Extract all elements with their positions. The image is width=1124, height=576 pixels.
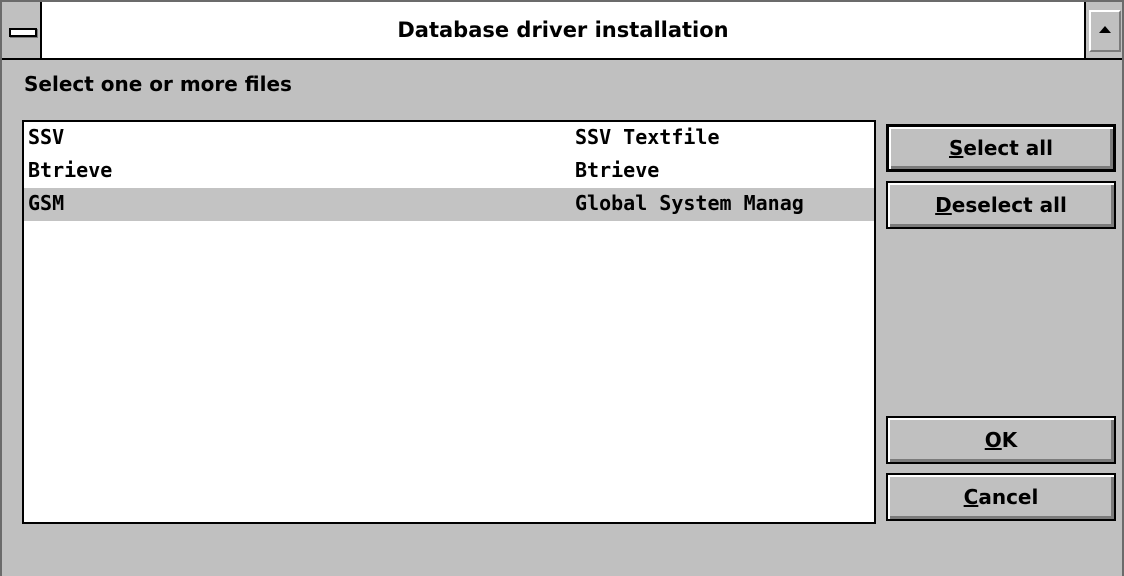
maximize-arrow-icon (1099, 26, 1111, 33)
window-title: Database driver installation (397, 18, 729, 42)
file-name: GSM (28, 191, 65, 215)
select-all-button[interactable]: Select all (886, 124, 1116, 172)
system-menu-button[interactable] (2, 2, 42, 58)
instruction-label: Select one or more files (24, 72, 292, 96)
ok-button[interactable]: OK (886, 416, 1116, 464)
list-item-selected[interactable]: GSM Global System Manag (24, 188, 874, 221)
system-menu-icon (9, 28, 37, 37)
list-item[interactable]: SSV SSV Textfile (24, 122, 874, 155)
cancel-button[interactable]: Cancel (886, 473, 1116, 521)
file-name: Btrieve (28, 158, 113, 182)
list-item[interactable]: Btrieve Btrieve (24, 155, 874, 188)
file-description: Btrieve (575, 158, 660, 182)
file-name: SSV (28, 125, 65, 149)
maximize-button[interactable] (1084, 2, 1122, 58)
deselect-all-button[interactable]: Deselect all (886, 181, 1116, 229)
file-list[interactable]: SSV SSV Textfile Btrieve Btrieve GSM Glo… (22, 120, 876, 524)
dialog-window: Database driver installation Select one … (0, 0, 1124, 576)
file-description: SSV Textfile (575, 125, 720, 149)
title-bar: Database driver installation (2, 2, 1122, 60)
file-description: Global System Manag (575, 191, 804, 215)
